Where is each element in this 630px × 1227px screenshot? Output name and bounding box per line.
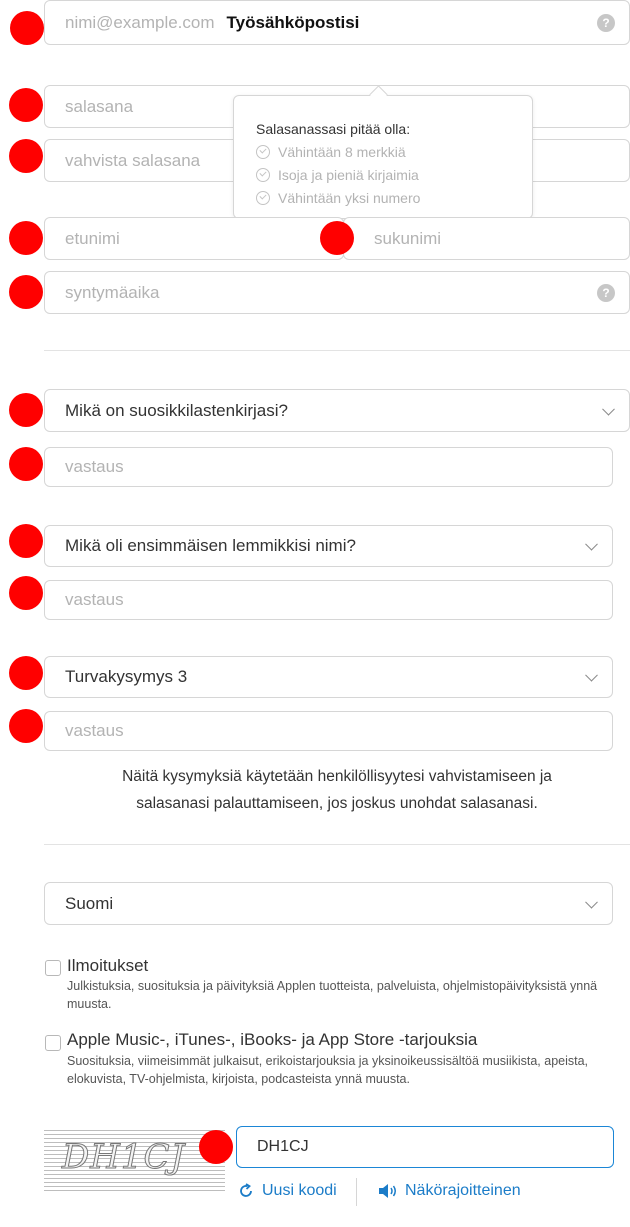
security-question-2-value: Mikä oli ensimmäisen lemmikkisi nimi? — [65, 536, 356, 555]
tooltip-title: Salasanassasi pitää olla: — [256, 121, 411, 137]
captcha-image: DH1CJ — [44, 1127, 225, 1193]
language-value: Suomi — [65, 893, 114, 913]
new-code-label: Uusi koodi — [262, 1182, 337, 1199]
language-select[interactable]: Suomi — [44, 882, 613, 925]
birthdate-placeholder: syntymäaika — [65, 282, 160, 302]
marker-dot — [9, 524, 43, 558]
security-question-1-select[interactable]: Mikä on suosikkilastenkirjasi? — [44, 389, 630, 432]
chevron-down-icon — [602, 402, 615, 416]
first-name-placeholder: etunimi — [65, 228, 120, 248]
chevron-down-icon — [585, 895, 598, 909]
audio-captcha-label: Näkörajoitteinen — [405, 1182, 521, 1199]
security-answer-3-placeholder: vastaus — [65, 721, 124, 740]
first-name-field[interactable]: etunimi — [44, 217, 344, 260]
chevron-down-icon — [585, 668, 598, 682]
last-name-field[interactable]: sukunimi — [343, 217, 630, 260]
check-circle-icon — [256, 168, 270, 182]
email-field[interactable]: nimi@example.com Työsähköpostisi ? — [44, 0, 630, 45]
marker-dot — [9, 447, 43, 481]
security-question-2-select[interactable]: Mikä oli ensimmäisen lemmikkisi nimi? — [44, 525, 613, 567]
tooltip-rule: Vähintään yksi numero — [256, 190, 420, 206]
link-separator — [356, 1178, 357, 1206]
offers-description: Suosituksia, viimeisimmät julkaisut, eri… — [67, 1054, 589, 1086]
security-note-line-1: Näitä kysymyksiä käytetään henkilöllisyy… — [122, 768, 552, 785]
security-answer-1-field[interactable]: vastaus — [44, 447, 613, 487]
security-note: Näitä kysymyksiä käytetään henkilöllisyy… — [44, 763, 630, 817]
marker-dot — [9, 393, 43, 427]
email-help-icon[interactable]: ? — [597, 14, 615, 32]
section-divider — [44, 350, 630, 351]
security-answer-1-placeholder: vastaus — [65, 457, 124, 476]
birthdate-help-icon[interactable]: ? — [597, 284, 615, 302]
new-code-button[interactable]: Uusi koodi — [238, 1182, 337, 1200]
chevron-down-icon — [585, 537, 598, 551]
security-note-line-2: salasanasi palauttamiseen, jos joskus un… — [136, 795, 538, 812]
security-answer-2-field[interactable]: vastaus — [44, 580, 613, 620]
offers-title: Apple Music-, iTunes-, iBooks- ja App St… — [67, 1030, 478, 1049]
marker-dot — [9, 221, 43, 255]
captcha-input-value: DH1CJ — [257, 1138, 309, 1155]
security-question-1-value: Mikä on suosikkilastenkirjasi? — [65, 400, 288, 420]
offers-checkbox[interactable] — [45, 1035, 61, 1051]
tooltip-rule: Isoja ja pieniä kirjaimia — [256, 167, 419, 183]
confirm-password-placeholder: vahvista salasana — [65, 150, 201, 170]
announcements-title: Ilmoitukset — [67, 956, 149, 975]
speaker-icon — [379, 1184, 396, 1198]
section-divider — [44, 844, 630, 845]
security-answer-3-field[interactable]: vastaus — [44, 711, 613, 751]
refresh-icon — [240, 1183, 252, 1197]
password-requirements-tooltip: Salasanassasi pitää olla: Vähintään 8 me… — [233, 95, 533, 219]
marker-dot — [199, 1130, 233, 1164]
marker-dot — [10, 11, 44, 45]
marker-dot — [9, 576, 43, 610]
check-circle-icon — [256, 145, 270, 159]
last-name-placeholder: sukunimi — [374, 228, 442, 248]
security-answer-2-placeholder: vastaus — [65, 590, 124, 609]
security-question-3-value: Turvakysymys 3 — [65, 667, 188, 686]
email-placeholder: nimi@example.com — [65, 12, 215, 32]
marker-dot — [9, 275, 43, 309]
audio-captcha-button[interactable]: Näkörajoitteinen — [378, 1182, 521, 1200]
password-placeholder: salasana — [65, 96, 134, 116]
check-circle-icon — [256, 191, 270, 205]
announcements-checkbox[interactable] — [45, 960, 61, 976]
captcha-image-text: DH1CJ — [61, 1137, 186, 1178]
marker-dot — [9, 139, 43, 173]
tooltip-rule: Vähintään 8 merkkiä — [256, 144, 406, 160]
marker-dot — [9, 709, 43, 743]
email-label: Työsähköpostisi — [226, 12, 360, 32]
marker-dot — [320, 221, 354, 255]
captcha-input[interactable]: DH1CJ — [236, 1126, 614, 1168]
birthdate-field[interactable]: syntymäaika ? — [44, 271, 630, 314]
announcements-description: Julkistuksia, suosituksia ja päivityksiä… — [67, 979, 598, 1011]
marker-dot — [9, 656, 43, 690]
security-question-3-select[interactable]: Turvakysymys 3 — [44, 656, 613, 698]
marker-dot — [9, 88, 43, 122]
